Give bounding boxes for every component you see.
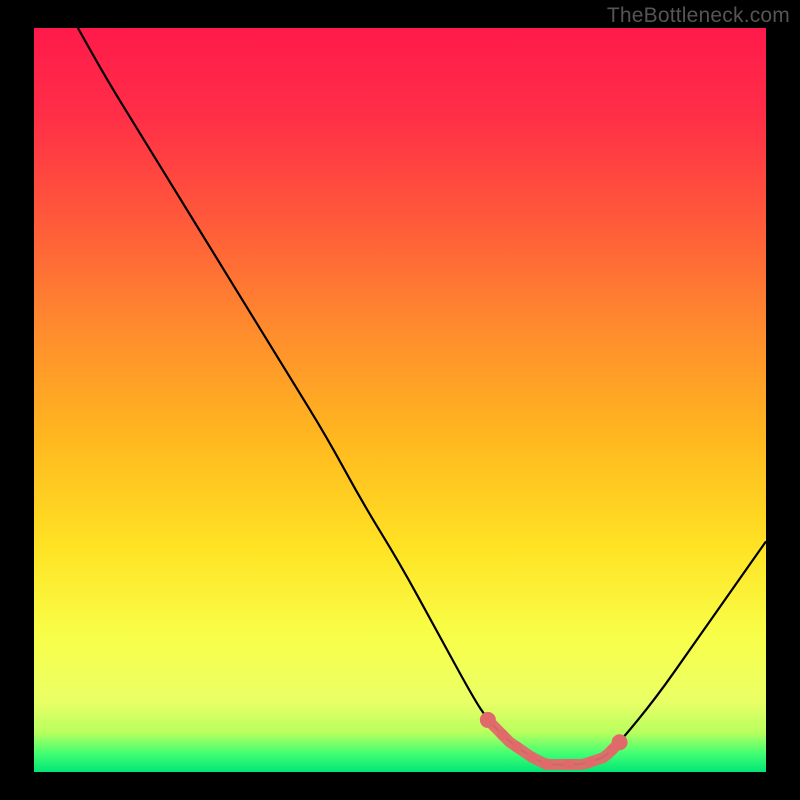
chart-stage: TheBottleneck.com (0, 0, 800, 800)
optimum-marker (563, 759, 574, 770)
optimum-marker (612, 734, 628, 750)
bottleneck-chart (0, 0, 800, 800)
optimum-marker (497, 729, 508, 740)
optimum-marker (512, 742, 523, 753)
optimum-marker (541, 759, 552, 770)
optimum-marker (585, 757, 596, 768)
optimum-marker (480, 712, 496, 728)
optimum-marker (526, 752, 537, 763)
watermark-text: TheBottleneck.com (607, 4, 790, 28)
